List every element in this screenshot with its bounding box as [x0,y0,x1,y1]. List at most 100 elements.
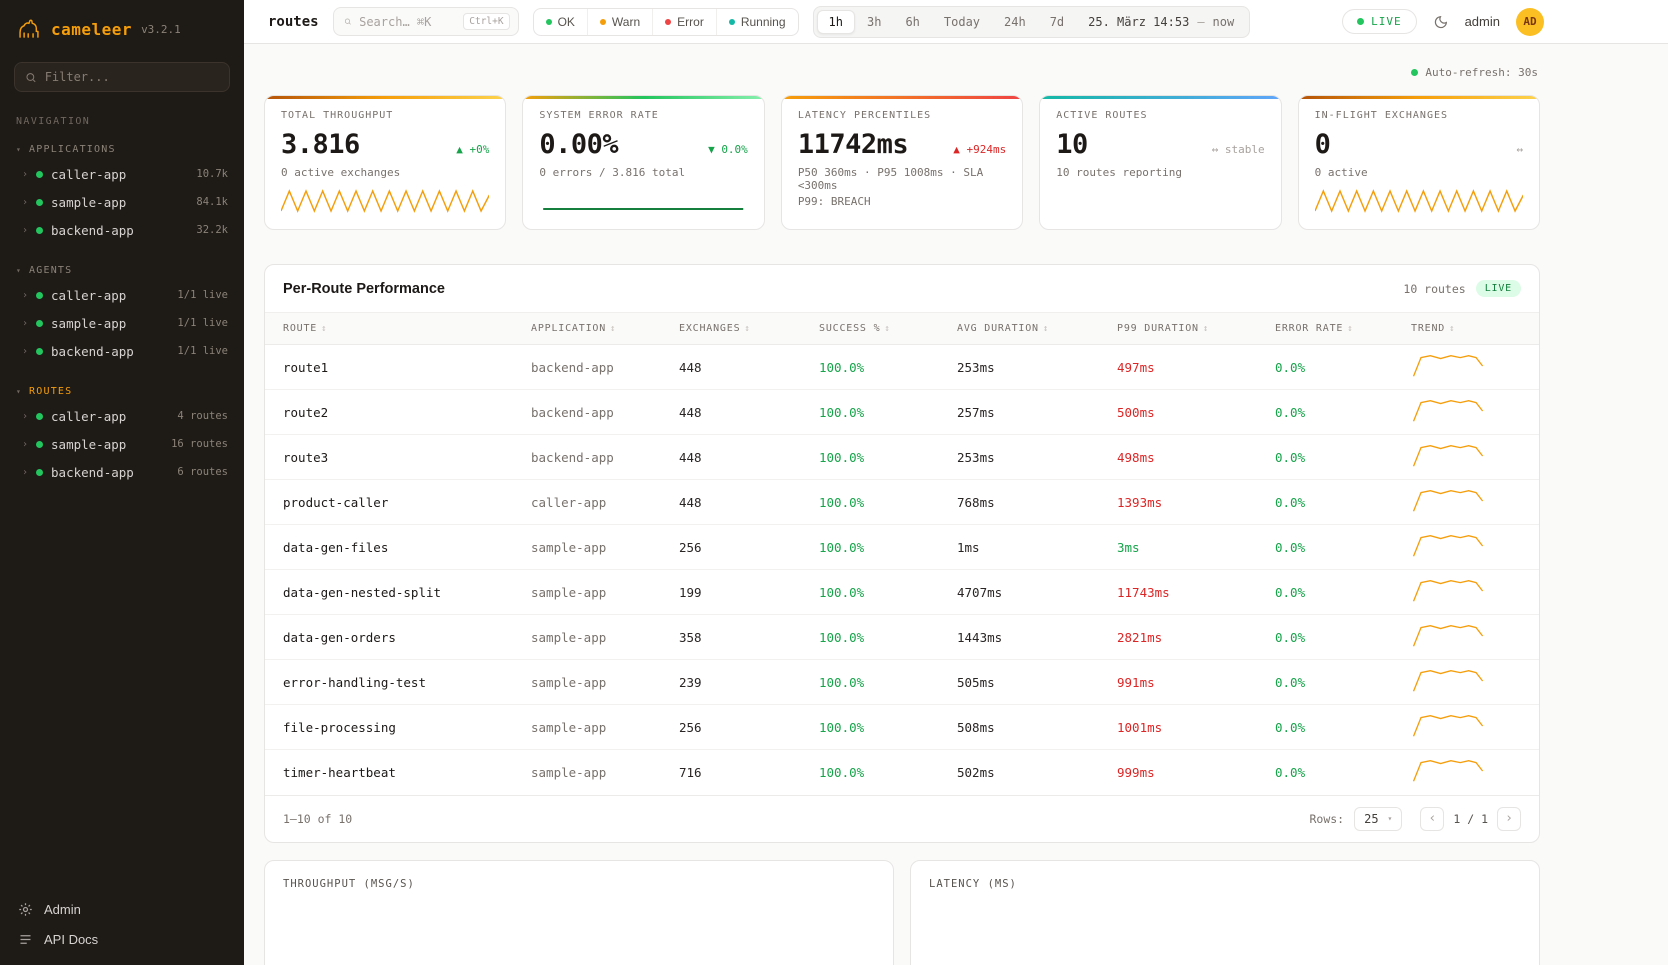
sidebar-item-caller-app[interactable]: › caller-app 10.7k [0,160,244,188]
sidebar-item-routes-caller-app[interactable]: › caller-app 4 routes [0,402,244,430]
topbar-right-cluster: LIVE admin AD [1342,8,1544,36]
kpi-card-error-rate: SYSTEM ERROR RATE 0.00% ▼ 0.0% 0 errors … [522,95,764,230]
column-header-error-rate[interactable]: ERROR RATE↕ [1257,313,1393,345]
sidebar-item-backend-app[interactable]: › backend-app 32.2k [0,216,244,244]
error-rate-sparkline [539,183,747,217]
table-row[interactable]: timer-heartbeat sample-app 716 100.0% 50… [265,750,1539,795]
filter-chip-running[interactable]: Running [716,9,798,35]
column-header-route[interactable]: ROUTE↕ [265,313,513,345]
kpi-value: 11742ms [798,129,908,160]
prev-page-button[interactable]: ‹ [1420,807,1444,831]
route-avg-duration: 1443ms [939,615,1099,660]
route-trend-cell [1393,615,1539,660]
kpi-card-total-throughput: TOTAL THROUGHPUT 3.816 ▲ +0% 0 active ex… [264,95,506,230]
table-row[interactable]: route1 backend-app 448 100.0% 253ms 497m… [265,345,1539,390]
warn-status-dot [600,19,606,25]
route-p99-duration: 497ms [1099,345,1257,390]
table-row[interactable]: data-gen-orders sample-app 358 100.0% 14… [265,615,1539,660]
column-header-success[interactable]: SUCCESS %↕ [801,313,939,345]
route-name: timer-heartbeat [265,750,513,795]
column-header-avg-duration[interactable]: AVG DURATION↕ [939,313,1099,345]
route-error-rate: 0.0% [1257,705,1393,750]
chevron-right-icon: › [22,197,28,208]
filter-chip-error[interactable]: Error [652,9,716,35]
item-label: backend-app [51,344,134,359]
column-header-exchanges[interactable]: EXCHANGES↕ [661,313,801,345]
range-button-7d[interactable]: 7d [1038,10,1076,34]
sidebar-item-routes-backend-app[interactable]: › backend-app 6 routes [0,458,244,486]
camel-logo-icon [16,16,42,42]
column-header-trend[interactable]: TREND↕ [1393,313,1539,345]
trend-sparkline [1411,667,1487,695]
search-icon [344,15,352,28]
route-application: backend-app [513,345,661,390]
shortcut-badge: Ctrl+K [463,13,509,30]
sidebar-item-agent-caller-app[interactable]: › caller-app 1/1 live [0,281,244,309]
autorefresh-indicator: Auto-refresh: 30s [264,44,1540,95]
table-row[interactable]: data-gen-nested-split sample-app 199 100… [265,570,1539,615]
app-root: cameleer v3.2.1 NAVIGATION ▾ APPLICATION… [0,0,1668,965]
sort-icon: ↕ [321,324,327,334]
range-button-24h[interactable]: 24h [992,10,1038,34]
search-input[interactable] [359,15,455,29]
next-page-button[interactable]: › [1497,807,1521,831]
status-dot [36,413,43,420]
column-header-application[interactable]: APPLICATION↕ [513,313,661,345]
range-button-1h[interactable]: 1h [817,10,855,34]
kpi-delta: ▼ 0.0% [708,143,748,156]
route-application: caller-app [513,480,661,525]
route-name: data-gen-files [265,525,513,570]
range-button-6h[interactable]: 6h [893,10,931,34]
filter-input[interactable] [45,70,219,84]
moon-icon [1433,14,1449,30]
table-row[interactable]: error-handling-test sample-app 239 100.0… [265,660,1539,705]
rows-per-page-select[interactable]: 25 ▾ [1354,807,1402,831]
panel-title: Per-Route Performance [283,281,445,297]
column-header-p99-duration[interactable]: P99 DURATION↕ [1099,313,1257,345]
item-label: backend-app [51,465,134,480]
gear-icon [18,902,33,917]
sidebar-item-agent-sample-app[interactable]: › sample-app 1/1 live [0,309,244,337]
route-exchanges: 448 [661,390,801,435]
sidebar-item-routes-sample-app[interactable]: › sample-app 16 routes [0,430,244,458]
range-button-3h[interactable]: 3h [855,10,893,34]
sidebar-item-agent-backend-app[interactable]: › backend-app 1/1 live [0,337,244,365]
section-header-applications[interactable]: ▾ APPLICATIONS [0,139,244,160]
theme-toggle[interactable] [1433,14,1449,30]
delta-down-icon: ▼ [708,143,715,156]
route-application: backend-app [513,435,661,480]
sidebar-item-admin[interactable]: Admin [18,902,226,917]
range-button-today[interactable]: Today [932,10,992,34]
route-avg-duration: 505ms [939,660,1099,705]
trend-sparkline [1411,757,1487,785]
footer-item-label: API Docs [44,932,98,947]
filter-chip-warn[interactable]: Warn [587,9,652,35]
table-row[interactable]: route2 backend-app 448 100.0% 257ms 500m… [265,390,1539,435]
kpi-delta: ↔ [1516,143,1523,156]
route-name: error-handling-test [265,660,513,705]
route-p99-duration: 999ms [1099,750,1257,795]
sidebar-item-sample-app[interactable]: › sample-app 84.1k [0,188,244,216]
rows-per-page-value: 25 [1364,812,1378,826]
table-row[interactable]: product-caller caller-app 448 100.0% 768… [265,480,1539,525]
table-row[interactable]: data-gen-files sample-app 256 100.0% 1ms… [265,525,1539,570]
table-row[interactable]: route3 backend-app 448 100.0% 253ms 498m… [265,435,1539,480]
filter-chip-ok[interactable]: OK [534,9,587,35]
kpi-delta: ↔ stable [1212,143,1265,156]
kpi-subtitle: P50 360ms · P95 1008ms · SLA <300ms [798,166,1006,192]
route-p99-duration: 2821ms [1099,615,1257,660]
trend-sparkline [1411,352,1487,380]
kpi-subtitle: 10 routes reporting [1056,166,1264,179]
sidebar-item-api-docs[interactable]: API Docs [18,932,226,947]
kpi-subtitle: 0 errors / 3.816 total [539,166,747,179]
live-toggle[interactable]: LIVE [1342,9,1417,34]
table-header-row: ROUTE↕ APPLICATION↕ EXCHANGES↕ SUCCESS %… [265,313,1539,345]
sidebar-filter-box [14,62,230,92]
status-dot [36,320,43,327]
avatar[interactable]: AD [1516,8,1544,36]
section-header-routes[interactable]: ▾ ROUTES [0,381,244,402]
table-row[interactable]: file-processing sample-app 256 100.0% 50… [265,705,1539,750]
section-header-agents[interactable]: ▾ AGENTS [0,260,244,281]
delta-text: stable [1225,143,1265,156]
time-window: 25. März 14:53 — now [1076,15,1246,29]
